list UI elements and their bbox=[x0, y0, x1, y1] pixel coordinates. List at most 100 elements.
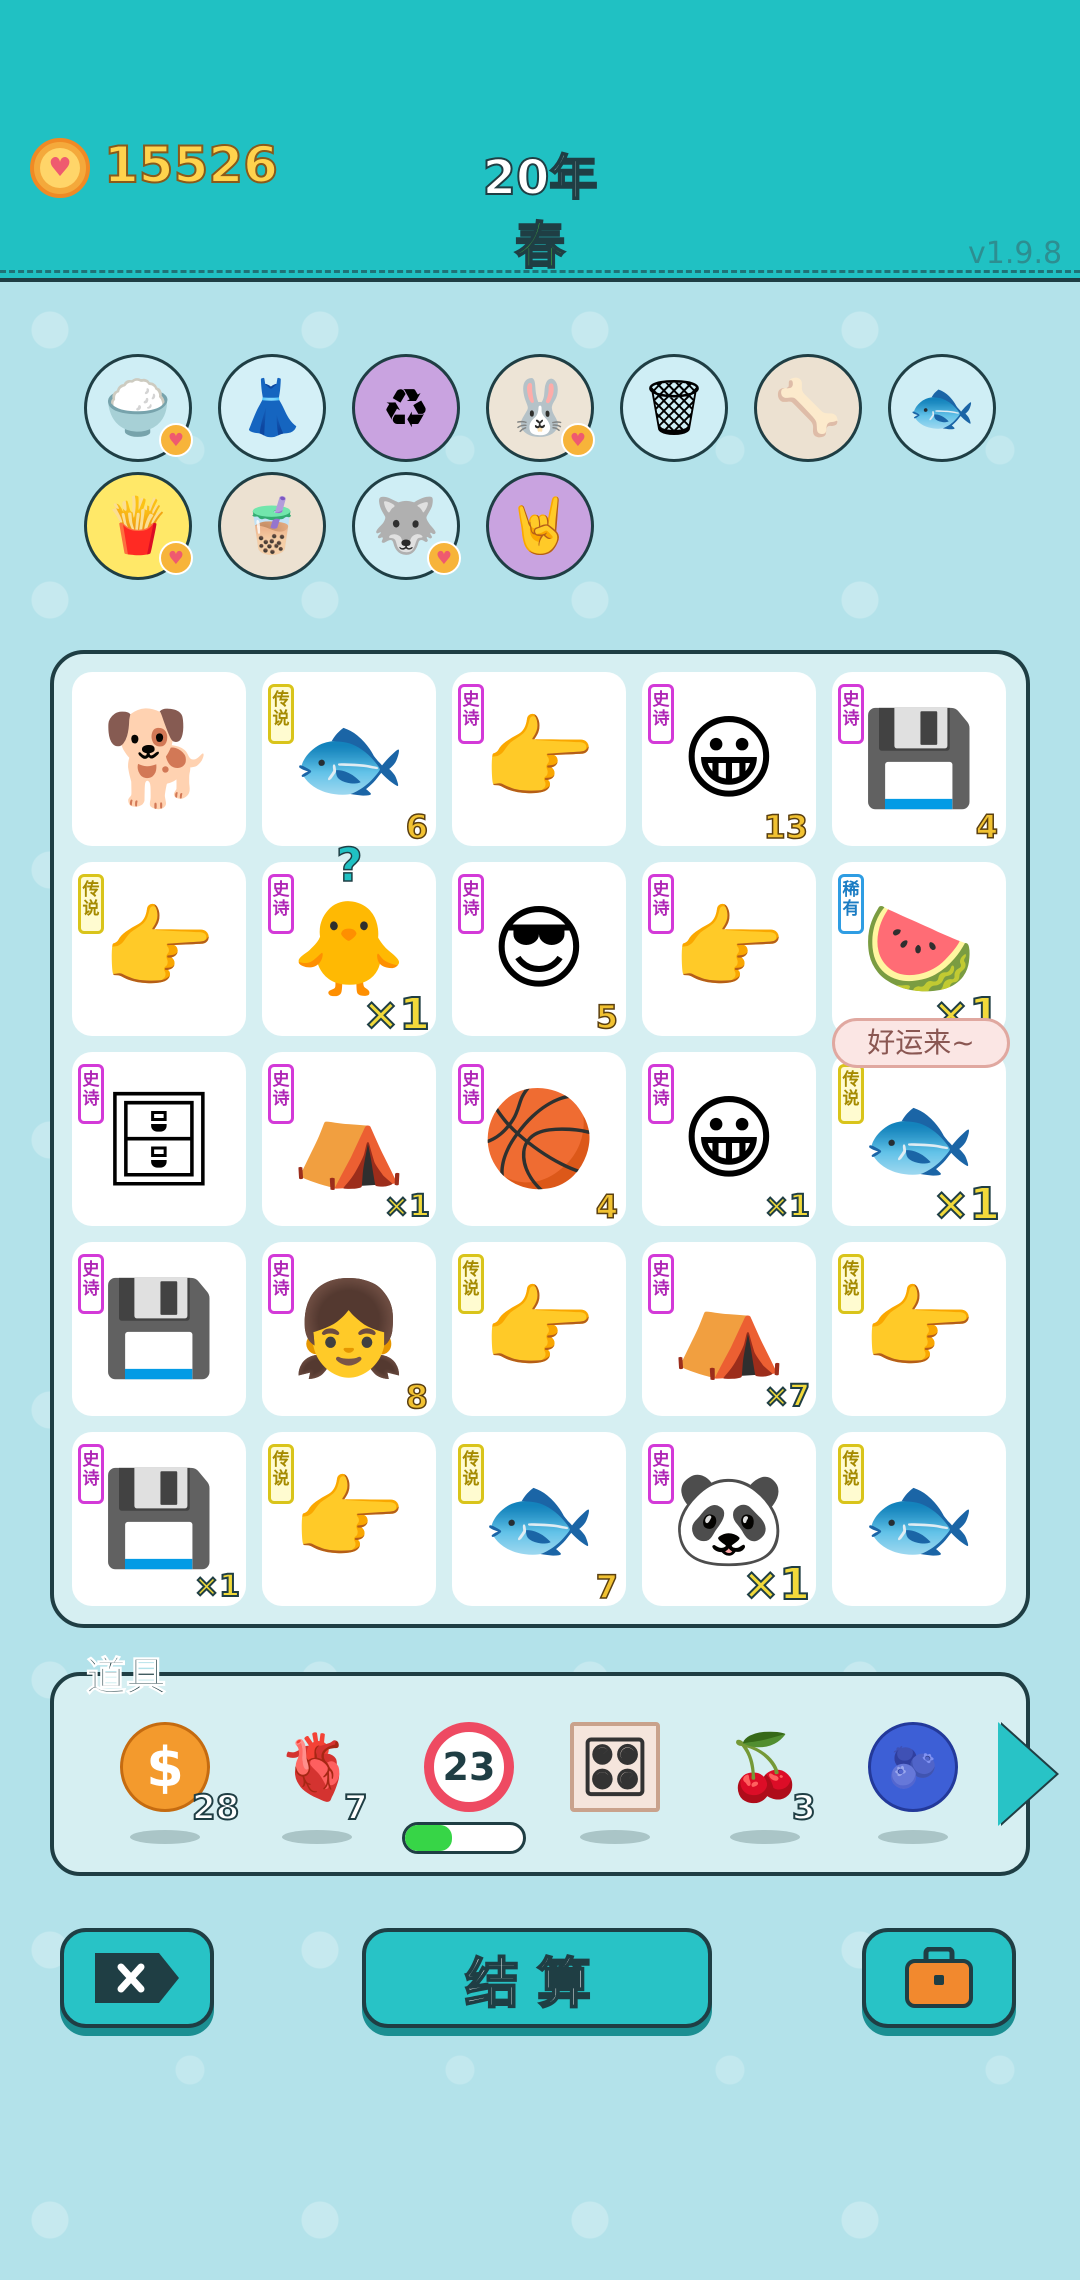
blueberry-glyph: 🫐 bbox=[868, 1722, 958, 1812]
rarity-tag: 史诗 bbox=[268, 1254, 294, 1314]
cell-count: 4 bbox=[975, 807, 999, 847]
rarity-tag: 传说 bbox=[458, 1444, 484, 1504]
bubble-tea-icon[interactable]: 🧋 bbox=[218, 472, 326, 580]
multiplier-label: ×7 bbox=[763, 1378, 811, 1415]
items-title: 道具 bbox=[86, 1654, 167, 1701]
cell-count: 6 bbox=[405, 807, 429, 847]
fries-icon[interactable]: 🍟 ♥ bbox=[84, 472, 193, 580]
rarity-tag: 传说 bbox=[838, 1444, 864, 1504]
board-cell-panda[interactable]: 🐼 史诗 ×1 bbox=[642, 1432, 816, 1611]
panda-icon: 🐼 bbox=[671, 1465, 787, 1572]
rarity-tag: 史诗 bbox=[268, 874, 294, 934]
item-shadow bbox=[282, 1830, 352, 1844]
board-cell-yellow-face-2[interactable]: 😀 史诗 ×1 bbox=[642, 1052, 816, 1226]
heart-badge-icon: ♥ bbox=[159, 541, 193, 575]
board-cell-gold-finger-2[interactable]: 👉 传说 bbox=[452, 1242, 626, 1416]
rarity-tag: 史诗 bbox=[838, 684, 864, 744]
rarity-tag: 史诗 bbox=[648, 1064, 674, 1124]
rarity-tag: 史诗 bbox=[78, 1064, 104, 1124]
board-cell-koi-fish-3[interactable]: 🐟 传说 7 bbox=[452, 1432, 626, 1607]
coin-dollar-icon[interactable]: $28 bbox=[110, 1712, 240, 1844]
board-cell-koi-fish-4[interactable]: 🐟 传说 bbox=[832, 1432, 1006, 1606]
watermelon-icon: 🍉 bbox=[861, 895, 977, 1002]
year-label: 20年 bbox=[482, 149, 599, 207]
item-shadow bbox=[580, 1830, 650, 1844]
husky-icon[interactable]: 🐺 ♥ bbox=[352, 472, 461, 580]
arrow-right-icon[interactable] bbox=[998, 1722, 1056, 1826]
multiplier-label: ×1 bbox=[742, 1558, 811, 1611]
cell-count: 5 bbox=[595, 997, 619, 1037]
board-cell-yellow-face[interactable]: 😀 史诗 13 bbox=[642, 672, 816, 847]
gold-finger-3-icon: 👉 bbox=[861, 1275, 977, 1382]
board-cell-rabbit-tent[interactable]: ⛺ 史诗 ×1 bbox=[262, 1052, 436, 1226]
rabbit-tent-icon: ⛺ bbox=[291, 1085, 407, 1192]
question-mark: ? bbox=[335, 837, 363, 893]
koi-fish-3-icon: 🐟 bbox=[481, 1465, 597, 1572]
item-shadow bbox=[130, 1830, 200, 1844]
cell-count: 8 bbox=[405, 1377, 429, 1417]
item-count: 3 bbox=[791, 1787, 817, 1829]
graphics-card-icon: 💾 bbox=[861, 705, 977, 812]
item-shadow bbox=[878, 1830, 948, 1844]
remote-card-icon[interactable]: 🎛 bbox=[560, 1712, 670, 1844]
board-cell-graphics-card[interactable]: 💾 史诗 4 bbox=[832, 672, 1006, 847]
rock-hand-icon[interactable]: 🤘 bbox=[486, 472, 594, 580]
board-cell-gold-finger[interactable]: 👉 传说 bbox=[72, 862, 246, 1036]
rabbit-icon[interactable]: 🐰 ♥ bbox=[486, 354, 595, 462]
lychee-icon[interactable]: 🍒 3 bbox=[710, 1712, 820, 1844]
board-cell-gold-finger-4[interactable]: 👉 传说 bbox=[262, 1432, 436, 1606]
board-cell-sunglasses-guy[interactable]: 😎 史诗 5 bbox=[452, 862, 626, 1037]
server-rack-icon: 🗄 bbox=[100, 1085, 218, 1192]
skirt-icon[interactable]: 👗 bbox=[218, 354, 326, 462]
board-cell-server-rack[interactable]: 🗄 史诗 bbox=[72, 1052, 246, 1226]
recycle-icon[interactable]: ♻ bbox=[352, 354, 460, 462]
board-cell-koi-fish-2[interactable]: 🐟 传说 ×1 bbox=[832, 1052, 1006, 1231]
rarity-tag: 史诗 bbox=[458, 684, 484, 744]
heart-badge-icon: ♥ bbox=[427, 541, 461, 575]
board-cell-rabbit-tent-2[interactable]: ⛺ 史诗 ×7 bbox=[642, 1242, 816, 1416]
rabbit-tent-2-icon: ⛺ bbox=[671, 1275, 787, 1382]
liver-icon[interactable]: 🫀 7 bbox=[262, 1712, 372, 1844]
gold-finger-icon: 👉 bbox=[101, 895, 217, 1002]
speech-bubble: 好运来~ bbox=[832, 1018, 1010, 1068]
trash-bag-icon[interactable]: 🗑 bbox=[620, 354, 728, 462]
koi-fish-icon: 🐟 bbox=[291, 705, 407, 812]
briefcase-button[interactable] bbox=[862, 1928, 1016, 2028]
board-cell-husky-dog[interactable]: 🐕 bbox=[72, 672, 246, 846]
settle-button-label: 结算 bbox=[464, 1951, 609, 2016]
rarity-tag: 史诗 bbox=[78, 1444, 104, 1504]
top-bar: ♥ 15526 20年 春 v1.9.8 bbox=[0, 0, 1080, 282]
board-cell-graphics-card-2[interactable]: 💾 史诗 bbox=[72, 1242, 246, 1416]
board-cell-watermelon[interactable]: 🍉 稀有 ×1 bbox=[832, 862, 1006, 1041]
multiplier-label: ×1 bbox=[383, 1188, 431, 1225]
graphics-card-2-icon: 💾 bbox=[101, 1275, 217, 1382]
board-cell-grey-finger-2[interactable]: 👉 史诗 bbox=[642, 862, 816, 1036]
rarity-tag: 史诗 bbox=[78, 1254, 104, 1314]
graphics-card-3-icon: 💾 bbox=[101, 1465, 217, 1572]
pet-food-icon[interactable]: 🦴 bbox=[754, 354, 862, 462]
ball-23-icon[interactable]: 23 bbox=[414, 1712, 524, 1844]
settle-button[interactable]: 结算 bbox=[362, 1928, 712, 2028]
rarity-tag: 传说 bbox=[838, 1254, 864, 1314]
board-cell-grey-finger[interactable]: 👉 史诗 bbox=[452, 672, 626, 846]
rarity-tag: 传说 bbox=[78, 874, 104, 934]
board-cell-basketball-card[interactable]: 🏀 史诗 4 bbox=[452, 1052, 626, 1227]
board-cell-braided-girl[interactable]: 👧 史诗 8 bbox=[262, 1242, 436, 1417]
fish-tank-icon[interactable]: 🐟 bbox=[888, 354, 996, 462]
board-cell-gold-finger-3[interactable]: 👉 传说 bbox=[832, 1242, 1006, 1416]
cell-count: 4 bbox=[595, 1187, 619, 1227]
rice-bowl-icon[interactable]: 🍚 ♥ bbox=[84, 354, 193, 462]
rarity-tag: 史诗 bbox=[648, 1254, 674, 1314]
board-cell-koi-fish[interactable]: 🐟 传说 6 bbox=[262, 672, 436, 847]
blueberry-icon[interactable]: 🫐 bbox=[858, 1712, 968, 1844]
rarity-tag: 稀有 bbox=[838, 874, 864, 934]
briefcase-icon bbox=[905, 1947, 973, 2008]
multiplier-label: ×1 bbox=[362, 988, 431, 1041]
remote-card-glyph: 🎛 bbox=[570, 1722, 660, 1812]
season-label: 春 bbox=[514, 216, 566, 276]
board-cell-graphics-card-3[interactable]: 💾 史诗 ×1 bbox=[72, 1432, 246, 1606]
rarity-tag: 史诗 bbox=[648, 684, 674, 744]
close-button[interactable] bbox=[60, 1928, 214, 2028]
rarity-tag: 传说 bbox=[458, 1254, 484, 1314]
cell-count: 7 bbox=[595, 1567, 619, 1607]
